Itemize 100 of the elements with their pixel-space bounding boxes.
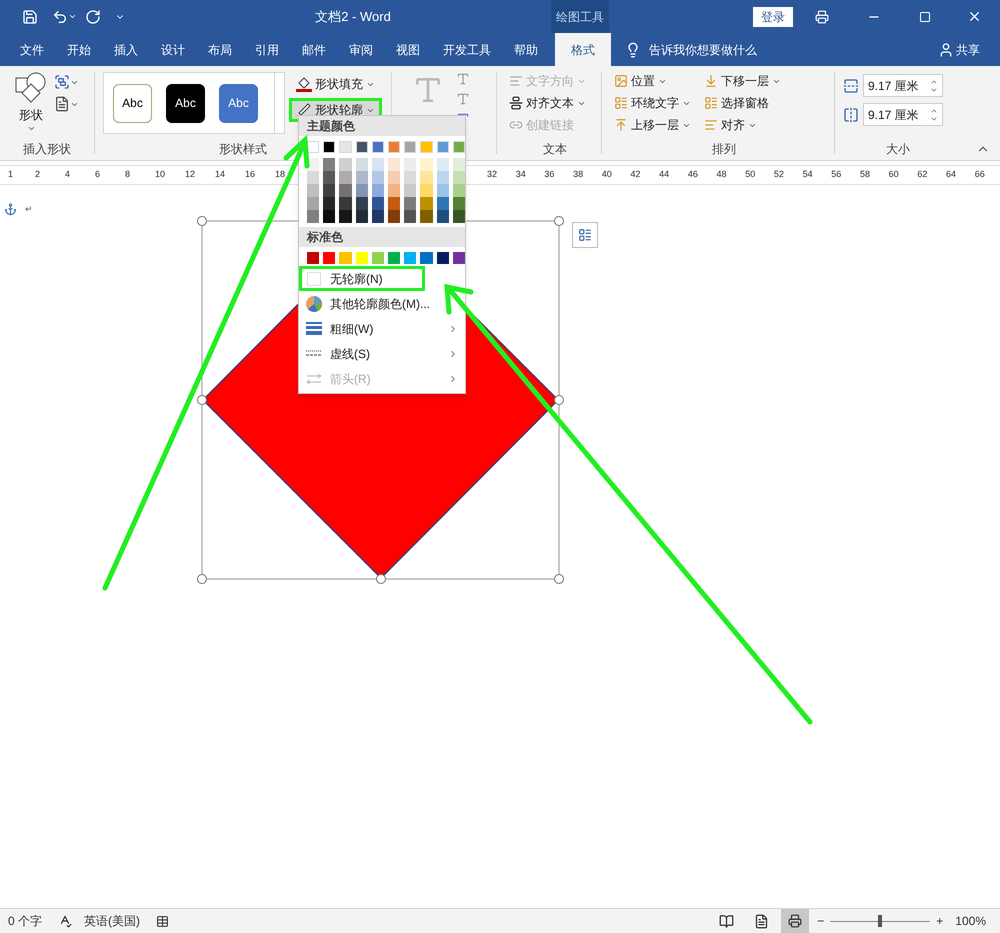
ribbon-tab[interactable]: 开发工具 bbox=[432, 33, 502, 66]
color-swatch[interactable] bbox=[356, 158, 368, 171]
color-swatch[interactable] bbox=[436, 141, 449, 153]
text-outline-icon[interactable] bbox=[456, 92, 470, 106]
resize-handle[interactable] bbox=[197, 216, 207, 226]
ribbon-command[interactable]: 对齐 bbox=[704, 114, 814, 136]
menu-item[interactable]: 粗细(W) bbox=[299, 316, 465, 341]
color-swatch[interactable] bbox=[388, 158, 400, 171]
style-preset[interactable]: Abc bbox=[219, 84, 258, 122]
color-swatch[interactable] bbox=[436, 158, 449, 171]
color-swatch[interactable] bbox=[420, 171, 433, 184]
language-label[interactable]: 英语(美国) bbox=[84, 912, 140, 930]
ribbon-command[interactable]: 选择窗格 bbox=[704, 92, 814, 114]
ribbon-tab[interactable]: 文件 bbox=[9, 33, 55, 66]
color-swatch[interactable] bbox=[372, 171, 384, 184]
color-swatch[interactable] bbox=[372, 197, 384, 210]
tell-me-field[interactable]: 告诉我你想要做什么 bbox=[649, 40, 757, 58]
color-swatch[interactable] bbox=[420, 210, 433, 223]
ribbon-command[interactable]: 下移一层 bbox=[704, 70, 814, 92]
color-swatch[interactable] bbox=[420, 158, 433, 171]
proofing-icon[interactable] bbox=[58, 914, 72, 928]
color-swatch[interactable] bbox=[452, 171, 466, 184]
color-swatch[interactable] bbox=[436, 210, 449, 223]
ribbon-tab[interactable]: 审阅 bbox=[338, 33, 384, 66]
color-swatch[interactable] bbox=[339, 197, 352, 210]
undo-icon[interactable] bbox=[52, 8, 68, 24]
color-swatch[interactable] bbox=[404, 197, 416, 210]
resize-handle[interactable] bbox=[376, 574, 386, 584]
color-swatch[interactable] bbox=[420, 252, 433, 264]
ribbon-tab[interactable]: 引用 bbox=[244, 33, 290, 66]
color-swatch[interactable] bbox=[323, 197, 336, 210]
menu-item[interactable]: 无轮廓(N) bbox=[299, 266, 425, 291]
color-swatch[interactable] bbox=[339, 184, 352, 197]
color-swatch[interactable] bbox=[307, 171, 320, 184]
color-swatch[interactable] bbox=[388, 184, 400, 197]
color-swatch[interactable] bbox=[339, 158, 352, 171]
color-swatch[interactable] bbox=[339, 252, 352, 264]
ribbon-command[interactable]: 位置 bbox=[614, 70, 704, 92]
color-swatch[interactable] bbox=[323, 141, 336, 153]
color-swatch[interactable] bbox=[404, 158, 416, 171]
redo-icon[interactable] bbox=[85, 8, 101, 24]
style-preset[interactable]: Abc bbox=[113, 84, 152, 122]
color-swatch[interactable] bbox=[388, 141, 400, 153]
color-swatch[interactable] bbox=[372, 158, 384, 171]
color-swatch[interactable] bbox=[404, 210, 416, 223]
ribbon-tab[interactable]: 帮助 bbox=[503, 33, 549, 66]
color-swatch[interactable] bbox=[452, 252, 466, 264]
color-swatch[interactable] bbox=[404, 252, 416, 264]
color-swatch[interactable] bbox=[436, 171, 449, 184]
color-swatch[interactable] bbox=[372, 141, 384, 153]
ribbon-tab[interactable]: 格式 bbox=[555, 33, 611, 66]
color-swatch[interactable] bbox=[452, 210, 466, 223]
edit-shape-icon[interactable] bbox=[54, 74, 70, 90]
color-swatch[interactable] bbox=[323, 210, 336, 223]
zoom-thumb[interactable] bbox=[878, 915, 882, 927]
color-swatch[interactable] bbox=[372, 252, 384, 264]
color-swatch[interactable] bbox=[388, 197, 400, 210]
color-swatch[interactable] bbox=[356, 184, 368, 197]
color-swatch[interactable] bbox=[420, 184, 433, 197]
color-swatch[interactable] bbox=[323, 158, 336, 171]
ribbon-tab[interactable]: 设计 bbox=[150, 33, 196, 66]
resize-handle[interactable] bbox=[554, 216, 564, 226]
color-swatch[interactable] bbox=[339, 210, 352, 223]
color-swatch[interactable] bbox=[388, 171, 400, 184]
read-mode-icon[interactable] bbox=[719, 914, 734, 928]
color-swatch[interactable] bbox=[372, 210, 384, 223]
ribbon-tab[interactable]: 插入 bbox=[103, 33, 149, 66]
width-field[interactable]: 9.17 厘米 bbox=[863, 103, 943, 126]
resize-handle[interactable] bbox=[554, 574, 564, 584]
height-field[interactable]: 9.17 厘米 bbox=[863, 74, 943, 97]
menu-item[interactable]: 虚线(S) bbox=[299, 341, 465, 366]
color-swatch[interactable] bbox=[452, 184, 466, 197]
color-swatch[interactable] bbox=[307, 210, 320, 223]
resize-handle[interactable] bbox=[554, 395, 564, 405]
zoom-out-button[interactable]: − bbox=[817, 912, 824, 930]
color-swatch[interactable] bbox=[323, 252, 336, 264]
save-icon[interactable] bbox=[22, 8, 38, 24]
color-swatch[interactable] bbox=[356, 252, 368, 264]
style-preset[interactable]: Abc bbox=[166, 84, 205, 122]
ribbon-tab[interactable]: 开始 bbox=[56, 33, 102, 66]
color-swatch[interactable] bbox=[323, 171, 336, 184]
text-fill-icon[interactable] bbox=[456, 72, 470, 86]
color-swatch[interactable] bbox=[420, 197, 433, 210]
color-swatch[interactable] bbox=[404, 184, 416, 197]
color-swatch[interactable] bbox=[452, 141, 466, 153]
close-icon[interactable] bbox=[967, 9, 982, 24]
color-swatch[interactable] bbox=[420, 141, 433, 153]
layout-options-icon[interactable] bbox=[572, 222, 598, 248]
ribbon-command[interactable]: 上移一层 bbox=[614, 114, 704, 136]
color-swatch[interactable] bbox=[339, 171, 352, 184]
color-swatch[interactable] bbox=[323, 184, 336, 197]
color-swatch[interactable] bbox=[436, 252, 449, 264]
color-swatch[interactable] bbox=[356, 171, 368, 184]
resize-handle[interactable] bbox=[197, 395, 207, 405]
ribbon-tab[interactable]: 视图 bbox=[385, 33, 431, 66]
color-swatch[interactable] bbox=[404, 171, 416, 184]
text-box-icon[interactable] bbox=[54, 96, 70, 112]
color-swatch[interactable] bbox=[388, 252, 400, 264]
color-swatch[interactable] bbox=[404, 141, 416, 153]
zoom-percent[interactable]: 100% bbox=[955, 912, 986, 930]
